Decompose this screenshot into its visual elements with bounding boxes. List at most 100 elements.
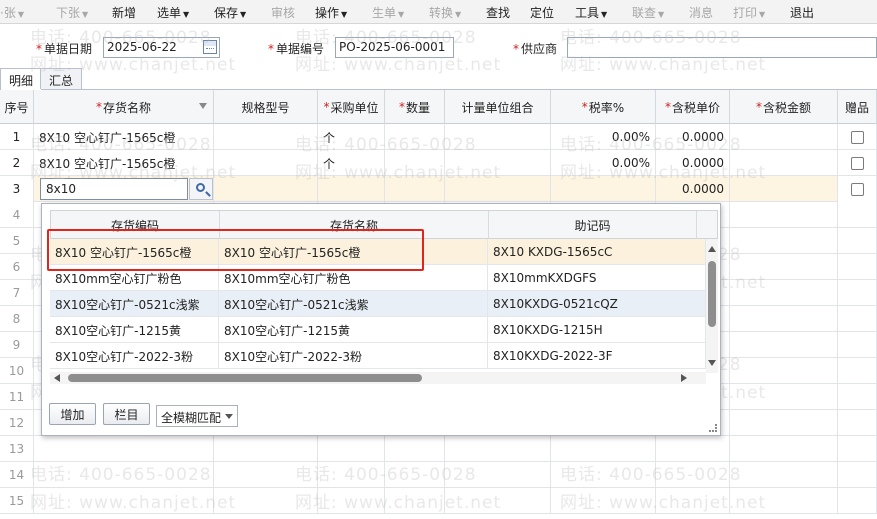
row-cell[interactable] bbox=[656, 436, 730, 462]
scroll-thumb[interactable] bbox=[708, 261, 716, 327]
toolbar-exit-button[interactable]: 退出 bbox=[790, 4, 814, 21]
scroll-down-icon[interactable] bbox=[708, 360, 716, 366]
row-cell[interactable] bbox=[838, 332, 877, 358]
row-cell[interactable] bbox=[730, 462, 838, 488]
row-unit-price[interactable]: 0.0000 bbox=[656, 176, 730, 202]
row-cell[interactable] bbox=[385, 436, 445, 462]
row-amount[interactable] bbox=[730, 124, 838, 150]
row-spec[interactable] bbox=[214, 150, 318, 176]
row-cell[interactable] bbox=[730, 280, 838, 306]
row-cell[interactable] bbox=[445, 462, 551, 488]
popup-col-name[interactable]: 存货名称 bbox=[220, 211, 489, 239]
row-cell[interactable] bbox=[318, 462, 385, 488]
row-cell[interactable] bbox=[730, 436, 838, 462]
row-cell[interactable] bbox=[838, 462, 877, 488]
row-cell[interactable] bbox=[656, 462, 730, 488]
row-cell[interactable] bbox=[730, 384, 838, 410]
tab-detail[interactable]: 明细 bbox=[0, 68, 43, 90]
toolbar-prev-button[interactable]: ·张 ▼ bbox=[0, 4, 24, 21]
row-cell[interactable] bbox=[838, 280, 877, 306]
gift-checkbox[interactable] bbox=[850, 182, 864, 196]
row-cell[interactable] bbox=[838, 202, 877, 228]
popup-col-code[interactable]: 存货编码 bbox=[51, 211, 220, 239]
row-cell[interactable] bbox=[214, 436, 318, 462]
date-field[interactable]: 2025-06-22 bbox=[103, 37, 220, 58]
row-cell[interactable] bbox=[551, 462, 656, 488]
add-button[interactable]: 增加 bbox=[49, 403, 96, 425]
doc-number-field[interactable]: PO-2025-06-0001 bbox=[335, 37, 454, 58]
row-cell[interactable] bbox=[838, 410, 877, 436]
toolbar-new-button[interactable]: 新增 bbox=[112, 4, 136, 21]
popup-col-mnemonic[interactable]: 助记码 bbox=[489, 211, 697, 239]
row-unit-group[interactable] bbox=[445, 124, 551, 150]
row-cell[interactable] bbox=[838, 254, 877, 280]
toolbar-find-button[interactable]: 查找 bbox=[486, 4, 510, 21]
row-cell[interactable] bbox=[730, 332, 838, 358]
toolbar-select-doc-button[interactable]: 选单 ▼ bbox=[157, 4, 189, 21]
scroll-up-icon[interactable] bbox=[708, 246, 716, 252]
row-qty[interactable] bbox=[385, 124, 445, 150]
table-row[interactable]: 2 8X10 空心钉广-1565c橙 个 0.00% 0.0000 bbox=[0, 150, 877, 176]
row-cell[interactable] bbox=[318, 436, 385, 462]
row-cell[interactable] bbox=[214, 462, 318, 488]
supplier-field[interactable] bbox=[567, 37, 877, 58]
item-name-edit-input[interactable]: 8x10 bbox=[40, 178, 188, 200]
row-spec[interactable] bbox=[214, 124, 318, 150]
row-cell[interactable] bbox=[385, 462, 445, 488]
row-cell[interactable] bbox=[214, 488, 318, 514]
row-cell[interactable] bbox=[838, 488, 877, 514]
popup-row[interactable]: 8X10mm空心钉广粉色 8X10mm空心钉广粉色 8X10mmKXDGFS bbox=[50, 265, 706, 291]
col-header-item-name[interactable]: * 存货名称 bbox=[34, 90, 214, 124]
popup-row[interactable]: 8X10空心钉广-0521c浅紫 8X10空心钉广-0521c浅紫 8X10KX… bbox=[50, 291, 706, 317]
toolbar-locate-button[interactable]: 定位 bbox=[530, 4, 554, 21]
row-qty[interactable] bbox=[385, 150, 445, 176]
row-cell[interactable] bbox=[385, 488, 445, 514]
row-amount[interactable] bbox=[730, 150, 838, 176]
popup-row[interactable]: 8X10 空心钉广-1565c橙 8X10 空心钉广-1565c橙 8X10 K… bbox=[50, 239, 706, 265]
filter-icon[interactable] bbox=[199, 103, 207, 109]
row-unit-price[interactable]: 0.0000 bbox=[656, 150, 730, 176]
row-cell[interactable] bbox=[34, 488, 214, 514]
row-item-name[interactable]: 8X10 空心钉广-1565c橙 bbox=[34, 124, 214, 150]
row-cell[interactable] bbox=[730, 358, 838, 384]
toolbar-generate-button[interactable]: 生单 ▼ bbox=[372, 4, 404, 21]
row-tax-rate[interactable] bbox=[551, 176, 656, 202]
row-cell[interactable] bbox=[551, 436, 656, 462]
scroll-thumb[interactable] bbox=[68, 374, 422, 382]
row-qty[interactable] bbox=[385, 176, 445, 202]
toolbar-operation-button[interactable]: 操作 ▼ bbox=[315, 4, 347, 21]
toolbar-save-button[interactable]: 保存 ▼ bbox=[214, 4, 246, 21]
row-unit[interactable] bbox=[318, 176, 385, 202]
toolbar-tools-button[interactable]: 工具 ▼ bbox=[575, 4, 607, 21]
gift-checkbox[interactable] bbox=[850, 130, 864, 144]
toolbar-print-button[interactable]: 打印 ▼ bbox=[733, 4, 765, 21]
row-cell[interactable] bbox=[730, 306, 838, 332]
gift-checkbox[interactable] bbox=[850, 156, 864, 170]
columns-button[interactable]: 栏目 bbox=[103, 403, 150, 425]
toolbar-audit-button[interactable]: 审核 bbox=[271, 4, 295, 21]
row-cell[interactable] bbox=[34, 462, 214, 488]
table-row[interactable]: 13 bbox=[0, 436, 877, 462]
table-row-active[interactable]: 3 0.0000 8x10 bbox=[0, 176, 877, 202]
row-tax-rate[interactable]: 0.00% bbox=[551, 150, 656, 176]
row-cell[interactable] bbox=[730, 488, 838, 514]
row-spec[interactable] bbox=[214, 176, 318, 202]
calendar-icon[interactable] bbox=[203, 40, 217, 54]
row-unit[interactable]: 个 bbox=[318, 150, 385, 176]
toolbar-next-button[interactable]: 下张 ▼ bbox=[56, 4, 88, 21]
popup-vertical-scrollbar[interactable] bbox=[706, 239, 718, 373]
row-tax-rate[interactable]: 0.00% bbox=[551, 124, 656, 150]
table-row[interactable]: 14 bbox=[0, 462, 877, 488]
row-cell[interactable] bbox=[318, 488, 385, 514]
row-cell[interactable] bbox=[445, 488, 551, 514]
row-cell[interactable] bbox=[838, 384, 877, 410]
table-row[interactable]: 1 8X10 空心钉广-1565c橙 个 0.00% 0.0000 bbox=[0, 124, 877, 150]
row-amount[interactable] bbox=[730, 176, 838, 202]
row-cell[interactable] bbox=[730, 410, 838, 436]
row-cell[interactable] bbox=[838, 436, 877, 462]
row-cell[interactable] bbox=[730, 202, 838, 228]
row-unit[interactable]: 个 bbox=[318, 124, 385, 150]
row-cell[interactable] bbox=[656, 488, 730, 514]
row-cell[interactable] bbox=[838, 228, 877, 254]
row-cell[interactable] bbox=[838, 358, 877, 384]
